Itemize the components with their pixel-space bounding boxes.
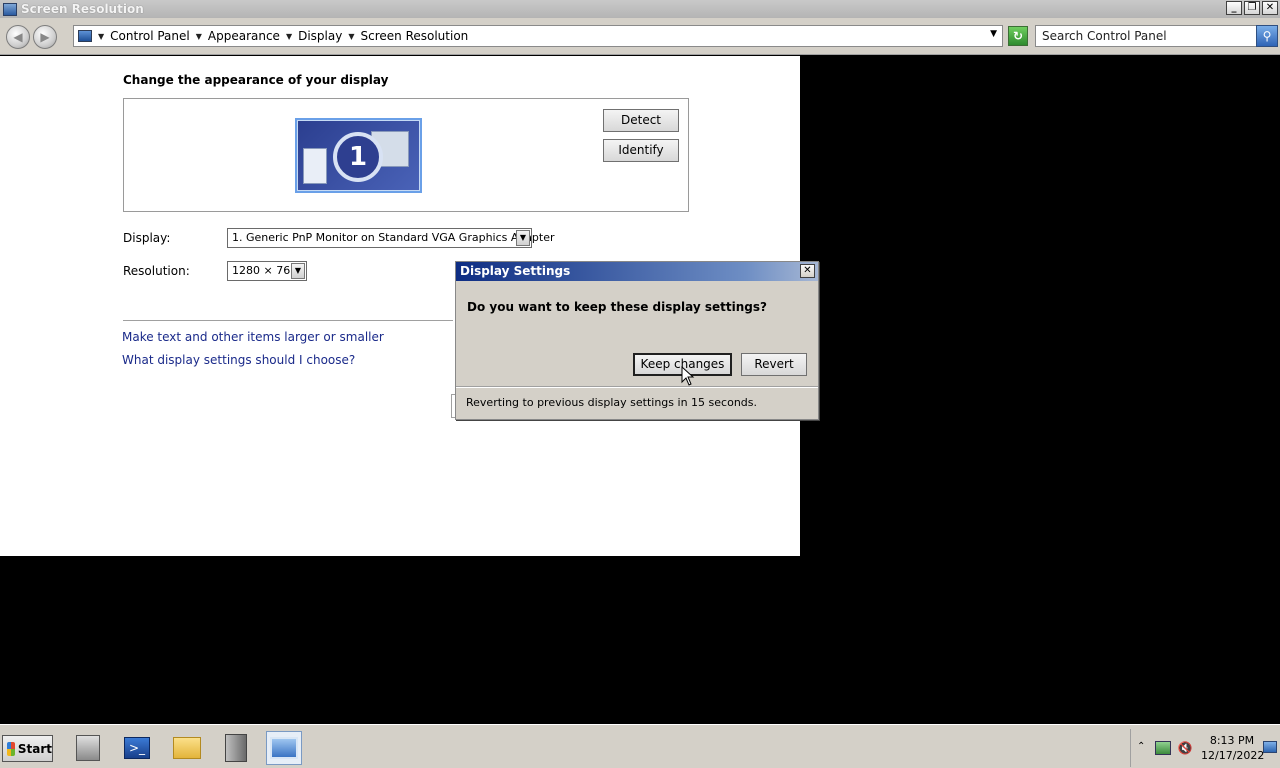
- chevron-down-icon[interactable]: ▼: [516, 230, 530, 246]
- dialog-question: Do you want to keep these display settin…: [467, 300, 767, 314]
- resolution-label: Resolution:: [123, 264, 190, 278]
- display-help-link[interactable]: What display settings should I choose?: [122, 353, 355, 367]
- windows-logo-icon: [7, 741, 15, 756]
- admin-tools-icon[interactable]: [218, 731, 254, 765]
- text-size-link[interactable]: Make text and other items larger or smal…: [122, 330, 384, 344]
- dialog-status-text: Reverting to previous display settings i…: [466, 396, 757, 409]
- window-controls: _ ❐ ✕: [1226, 1, 1278, 15]
- revert-button[interactable]: Revert: [741, 353, 807, 376]
- display-icon-graphic: [270, 737, 298, 759]
- window-title: Screen Resolution: [21, 2, 144, 16]
- system-tray: ⌃ 🔇 8:13 PM 12/17/2022: [1130, 729, 1280, 767]
- breadcrumb-arrow-icon[interactable]: ▼: [98, 32, 104, 41]
- taskbar: Start >_ ⌃ 🔇 8:13 PM 12/17/2022: [0, 724, 1280, 768]
- display-settings-icon[interactable]: [266, 731, 302, 765]
- monitor-preview-panel: 1 Detect Identify: [123, 98, 689, 212]
- detect-button[interactable]: Detect: [603, 109, 679, 132]
- explorer-folder-icon[interactable]: [169, 731, 205, 765]
- server-manager-icon-graphic: [76, 735, 100, 761]
- search-input[interactable]: Search Control Panel: [1035, 25, 1257, 47]
- volume-muted-icon[interactable]: 🔇: [1177, 741, 1193, 755]
- show-desktop-icon[interactable]: [1263, 741, 1277, 753]
- folder-icon-graphic: [173, 737, 201, 759]
- close-button[interactable]: ✕: [1262, 1, 1278, 15]
- breadcrumb-arrow-icon[interactable]: ▼: [196, 32, 202, 41]
- address-bar[interactable]: ▼ Control Panel ▼ Appearance ▼ Display ▼…: [73, 25, 1003, 47]
- page-heading: Change the appearance of your display: [123, 73, 389, 87]
- monitor-window-graphic: [303, 148, 327, 184]
- clock-date: 12/17/2022: [1201, 749, 1265, 762]
- display-settings-dialog: Display Settings ✕ Do you want to keep t…: [455, 261, 819, 420]
- back-button[interactable]: ◀: [6, 25, 30, 49]
- window-titlebar: Screen Resolution _ ❐ ✕: [0, 0, 1280, 18]
- screen-resolution-app-icon: [3, 2, 17, 16]
- breadcrumb-display[interactable]: Display: [298, 29, 342, 43]
- breadcrumb-appearance[interactable]: Appearance: [208, 29, 280, 43]
- address-dropdown-icon[interactable]: ▼: [990, 29, 997, 39]
- monitor-number-badge: 1: [333, 132, 383, 182]
- resolution-select-value: 1280 × 768: [232, 264, 298, 277]
- display-label: Display:: [123, 231, 171, 245]
- clock-time: 8:13 PM: [1209, 734, 1255, 747]
- breadcrumb-arrow-icon[interactable]: ▼: [348, 32, 354, 41]
- display-select[interactable]: 1. Generic PnP Monitor on Standard VGA G…: [227, 228, 555, 248]
- monitor-1-thumbnail[interactable]: 1: [295, 118, 422, 193]
- tools-icon-graphic: [225, 734, 247, 762]
- refresh-button[interactable]: ↻: [1008, 26, 1028, 46]
- dialog-divider: [456, 386, 818, 388]
- control-panel-icon: [78, 30, 92, 42]
- powershell-icon[interactable]: >_: [119, 731, 155, 765]
- mouse-pointer-icon: [681, 366, 695, 386]
- minimize-button[interactable]: _: [1226, 1, 1242, 15]
- clock[interactable]: 8:13 PM 12/17/2022: [1201, 733, 1265, 763]
- dialog-title: Display Settings: [460, 264, 571, 278]
- breadcrumb-control-panel[interactable]: Control Panel: [110, 29, 190, 43]
- start-button[interactable]: Start: [2, 735, 53, 762]
- identify-button[interactable]: Identify: [603, 139, 679, 162]
- display-select-value: 1. Generic PnP Monitor on Standard VGA G…: [232, 231, 555, 244]
- forward-button[interactable]: ▶: [33, 25, 57, 49]
- network-icon[interactable]: [1155, 741, 1171, 755]
- breadcrumb-screen-resolution[interactable]: Screen Resolution: [361, 29, 469, 43]
- divider: [123, 320, 453, 321]
- start-label: Start: [17, 741, 52, 756]
- search-icon[interactable]: ⚲: [1256, 25, 1278, 47]
- navigation-bar: ◀ ▶ ▼ Control Panel ▼ Appearance ▼ Displ…: [0, 18, 1280, 55]
- resolution-select[interactable]: 1280 × 768 ▼: [227, 261, 307, 281]
- server-manager-icon[interactable]: [70, 731, 106, 765]
- show-hidden-icons-icon[interactable]: ⌃: [1137, 741, 1145, 752]
- powershell-icon-graphic: >_: [124, 737, 150, 759]
- chevron-down-icon[interactable]: ▼: [291, 263, 305, 279]
- restore-button[interactable]: ❐: [1244, 1, 1260, 15]
- dialog-close-button[interactable]: ✕: [800, 264, 815, 278]
- breadcrumb-arrow-icon[interactable]: ▼: [286, 32, 292, 41]
- dialog-titlebar: Display Settings ✕: [456, 262, 818, 281]
